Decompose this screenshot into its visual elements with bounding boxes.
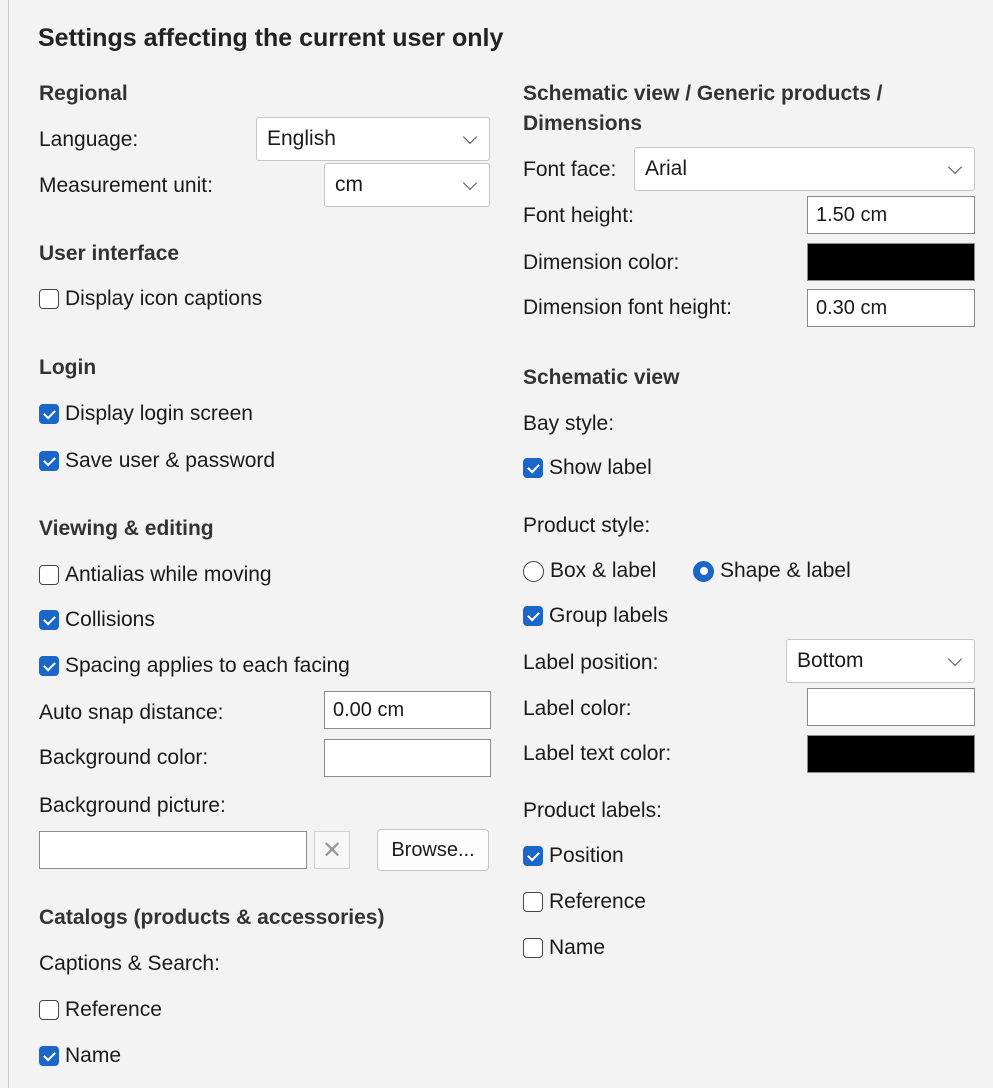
captions-search-label: Captions & Search: [39, 952, 220, 975]
dimension-font-height-label: Dimension font height: [523, 296, 732, 319]
auto-snap-distance-input[interactable]: 0.00 cm [324, 691, 491, 729]
background-picture-input[interactable] [39, 831, 307, 869]
checkbox-unchecked-icon [523, 938, 543, 958]
collisions-label: Collisions [65, 608, 155, 631]
regional-heading: Regional [39, 82, 128, 105]
catalog-name-checkbox[interactable]: Name [39, 1044, 121, 1068]
display-login-screen-checkbox[interactable]: Display login screen [39, 402, 253, 426]
browse-button[interactable]: Browse... [377, 829, 489, 871]
checkbox-unchecked-icon [39, 289, 59, 309]
dimension-color-swatch[interactable] [807, 243, 975, 281]
label-text-color-swatch[interactable] [807, 735, 975, 773]
dimensions-heading-line1: Schematic view / Generic products / [523, 82, 883, 105]
label-text-color-label: Label text color: [523, 742, 672, 765]
catalog-name-label: Name [65, 1044, 122, 1067]
chevron-down-icon [462, 129, 478, 144]
viewing-editing-heading: Viewing & editing [39, 517, 214, 540]
checkbox-checked-icon [523, 458, 543, 478]
display-icon-captions-checkbox[interactable]: Display icon captions [39, 287, 262, 311]
schematic-view-heading: Schematic view [523, 366, 680, 389]
name-text: Name [549, 936, 606, 959]
radio-selected-icon [693, 560, 714, 582]
product-style-label: Product style: [523, 514, 651, 537]
language-select[interactable]: English [256, 117, 490, 161]
font-face-label: Font face: [523, 158, 617, 181]
checkbox-unchecked-icon [39, 565, 59, 585]
measurement-unit-select[interactable]: cm [324, 163, 490, 207]
background-color-label: Background color: [39, 746, 209, 769]
save-user-password-checkbox[interactable]: Save user & password [39, 449, 275, 473]
language-value: English [267, 127, 336, 150]
group-labels-checkbox[interactable]: Group labels [523, 604, 668, 628]
checkbox-checked-icon [39, 404, 59, 424]
chevron-down-icon [462, 175, 478, 190]
clear-picture-button[interactable]: ✕ [314, 831, 350, 869]
antialias-label: Antialias while moving [65, 563, 272, 586]
catalog-reference-checkbox[interactable]: Reference [39, 998, 162, 1022]
checkbox-checked-icon [39, 451, 59, 471]
font-face-select[interactable]: Arial [634, 147, 975, 191]
language-label: Language: [39, 128, 139, 151]
user-interface-heading: User interface [39, 242, 180, 265]
name-checkbox[interactable]: Name [523, 936, 605, 960]
dimensions-heading-line2: Dimensions [523, 112, 643, 135]
catalogs-heading: Catalogs (products & accessories) [39, 906, 385, 929]
background-color-swatch[interactable] [324, 739, 491, 777]
bay-style-label: Bay style: [523, 412, 615, 435]
font-height-label: Font height: [523, 204, 634, 227]
radio-unselected-icon [523, 560, 544, 582]
close-icon: ✕ [321, 836, 343, 864]
display-login-screen-label: Display login screen [65, 402, 253, 425]
checkbox-unchecked-icon [39, 1000, 59, 1020]
dimension-font-height-input[interactable]: 0.30 cm [807, 289, 975, 327]
show-label-checkbox[interactable]: Show label [523, 456, 652, 480]
group-labels-text: Group labels [549, 604, 669, 627]
reference-text: Reference [549, 890, 646, 913]
position-checkbox[interactable]: Position [523, 844, 624, 868]
checkbox-checked-icon [523, 846, 543, 866]
measurement-unit-label: Measurement unit: [39, 174, 213, 197]
box-label-text: Box & label [550, 559, 657, 582]
background-picture-label: Background picture: [39, 794, 226, 817]
font-height-input[interactable]: 1.50 cm [807, 196, 975, 234]
collisions-checkbox[interactable]: Collisions [39, 608, 155, 632]
reference-checkbox[interactable]: Reference [523, 890, 646, 914]
checkbox-checked-icon [39, 610, 59, 630]
font-face-value: Arial [645, 157, 688, 180]
measurement-unit-value: cm [335, 173, 363, 196]
shape-label-radio[interactable]: Shape & label [693, 559, 851, 583]
box-label-radio[interactable]: Box & label [523, 559, 656, 583]
antialias-checkbox[interactable]: Antialias while moving [39, 563, 272, 587]
settings-panel: Settings affecting the current user only… [8, 0, 993, 1088]
spacing-each-facing-checkbox[interactable]: Spacing applies to each facing [39, 654, 350, 678]
checkbox-unchecked-icon [523, 892, 543, 912]
login-heading: Login [39, 356, 97, 379]
dimension-color-label: Dimension color: [523, 251, 680, 274]
spacing-each-facing-label: Spacing applies to each facing [65, 654, 350, 677]
catalog-reference-label: Reference [65, 998, 162, 1021]
display-icon-captions-label: Display icon captions [65, 287, 263, 310]
position-text: Position [549, 844, 624, 867]
checkbox-checked-icon [39, 656, 59, 676]
checkbox-checked-icon [39, 1046, 59, 1066]
label-color-label: Label color: [523, 697, 632, 720]
label-position-value: Bottom [797, 649, 864, 672]
checkbox-checked-icon [523, 606, 543, 626]
product-labels-label: Product labels: [523, 799, 662, 822]
save-user-password-label: Save user & password [65, 449, 276, 472]
panel-title: Settings affecting the current user only [38, 24, 504, 52]
label-position-label: Label position: [523, 651, 659, 674]
chevron-down-icon [947, 159, 963, 174]
chevron-down-icon [947, 651, 963, 666]
show-label-text: Show label [549, 456, 652, 479]
shape-label-text: Shape & label [720, 559, 851, 582]
auto-snap-distance-label: Auto snap distance: [39, 701, 224, 724]
label-color-swatch[interactable] [807, 688, 975, 726]
label-position-select[interactable]: Bottom [786, 639, 975, 683]
